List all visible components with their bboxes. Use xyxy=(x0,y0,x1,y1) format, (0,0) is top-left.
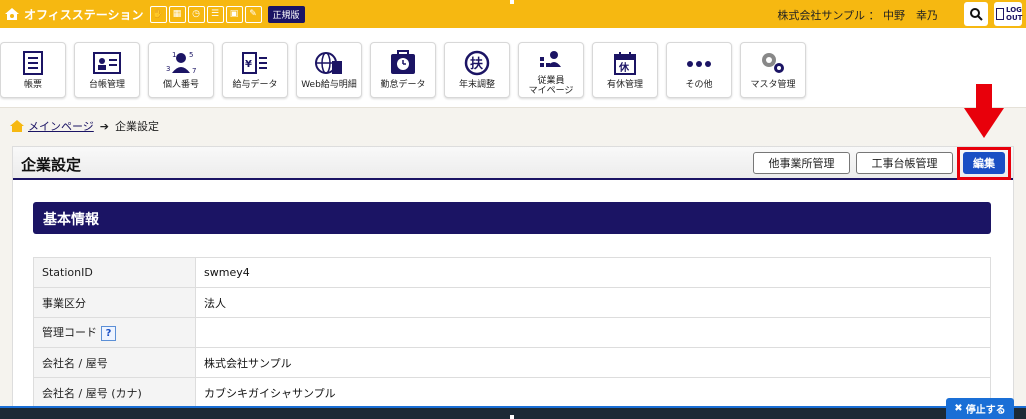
nav-label: 有休管理 xyxy=(606,80,643,90)
calendar-icon[interactable]: ▦ xyxy=(168,5,186,23)
stop-label: 停止する xyxy=(965,405,1006,416)
row-label: 管理コード xyxy=(42,326,97,339)
nav-item-salary-data[interactable]: ¥ 給与データ xyxy=(222,42,288,98)
svg-text:7: 7 xyxy=(192,67,196,75)
other-office-management-button[interactable]: 他事業所管理 xyxy=(753,152,850,174)
nav-item-year-end[interactable]: 扶 年末調整 xyxy=(444,42,510,98)
user-info: 株式会社サンプル ： 中野 幸乃 xyxy=(777,7,938,23)
breadcrumb-main-page-link[interactable]: メインページ xyxy=(28,118,94,134)
row-value: swmey4 xyxy=(195,257,991,288)
svg-text:¥: ¥ xyxy=(245,59,252,70)
help-icon[interactable]: ? xyxy=(101,326,116,341)
nav-label: 従業員 マイページ xyxy=(528,76,574,96)
construction-ledger-management-button[interactable]: 工事台帳管理 xyxy=(856,152,953,174)
web-payslip-icon xyxy=(313,48,345,78)
employee-mypage-icon xyxy=(536,48,566,74)
svg-text:休: 休 xyxy=(618,61,630,74)
attendance-icon xyxy=(388,48,418,78)
bottom-accent-line xyxy=(0,406,1026,408)
row-label: 会社名 / 屋号 (カナ) xyxy=(33,377,196,408)
top-bar: オフィスステーション ✋ ▦ ◷ ☰ ▣ ✎ 正規版 株式会社サンプル ： 中野… xyxy=(0,0,1026,28)
hand-icon[interactable]: ✋ xyxy=(149,5,167,23)
document-icon xyxy=(21,48,45,78)
nav-item-paid-leave[interactable]: 休 有休管理 xyxy=(592,42,658,98)
section-heading-basic-info: 基本情報 xyxy=(33,202,991,234)
svg-text:3: 3 xyxy=(166,65,170,73)
svg-text:5: 5 xyxy=(189,51,193,59)
paid-leave-icon: 休 xyxy=(612,48,638,78)
quick-icons: ✋ ▦ ◷ ☰ ▣ ✎ xyxy=(149,5,262,23)
nav-label: Web給与明細 xyxy=(301,80,357,90)
company-name: 株式会社サンプル xyxy=(777,9,865,22)
breadcrumb-arrow-icon: ➔ xyxy=(99,119,109,133)
brand-name: オフィスステーション xyxy=(24,7,144,22)
table-row: 会社名 / 屋号 (カナ) カブシキガイシャサンプル xyxy=(33,377,991,408)
nav-label: 台帳管理 xyxy=(88,80,125,90)
basic-info-table: StationID swmey4 事業区分 法人 管理コード? 会社名 / 屋号… xyxy=(33,257,991,408)
nav-item-web-payslip[interactable]: Web給与明細 xyxy=(296,42,362,98)
table-row: StationID swmey4 xyxy=(33,257,991,288)
ledger-icon xyxy=(92,48,122,78)
selection-handle-top xyxy=(510,0,514,4)
row-label: 会社名 / 屋号 xyxy=(33,347,196,378)
svg-text:扶: 扶 xyxy=(470,56,484,72)
row-label: StationID xyxy=(33,257,196,288)
logout-label: LOG OUT xyxy=(1006,6,1023,22)
salary-data-icon: ¥ xyxy=(240,48,270,78)
nav-item-employee-mypage[interactable]: 従業員 マイページ xyxy=(518,42,584,98)
row-label-cell: 管理コード? xyxy=(33,317,196,348)
person-number-icon: 1537 xyxy=(164,48,198,78)
nav-item-forms[interactable]: 帳票 xyxy=(0,42,66,98)
year-end-icon: 扶 xyxy=(463,48,491,78)
form-icon[interactable]: ☰ xyxy=(206,5,224,23)
nav-item-personal-number[interactable]: 1537 個人番号 xyxy=(148,42,214,98)
home-logo-icon xyxy=(5,8,19,20)
ledger-icon[interactable]: ▣ xyxy=(225,5,243,23)
brand[interactable]: オフィスステーション xyxy=(4,6,144,23)
master-gear-icon xyxy=(757,48,789,78)
panel-header: 企業設定 他事業所管理 工事台帳管理 編集 xyxy=(13,147,1013,180)
table-row: 事業区分 法人 xyxy=(33,287,991,318)
nav-item-other[interactable]: その他 xyxy=(666,42,732,98)
pencil-icon[interactable]: ✎ xyxy=(244,5,262,23)
user-name: 中野 幸乃 xyxy=(883,9,938,22)
nav-label: 年末調整 xyxy=(458,80,495,90)
row-value: 法人 xyxy=(195,287,991,318)
search-button[interactable] xyxy=(964,2,988,26)
nav-item-ledger[interactable]: 台帳管理 xyxy=(74,42,140,98)
more-icon xyxy=(684,48,714,78)
logout-door-icon xyxy=(996,8,1004,20)
table-row: 会社名 / 屋号 株式会社サンプル xyxy=(33,347,991,378)
breadcrumb-current: 企業設定 xyxy=(115,120,159,133)
close-icon: ✖ xyxy=(954,403,963,414)
nav-label: 勤怠データ xyxy=(380,80,426,90)
selection-handle-bottom xyxy=(510,415,514,419)
clock-icon[interactable]: ◷ xyxy=(187,5,205,23)
nav-label: 個人番号 xyxy=(162,80,199,90)
home-icon xyxy=(10,120,24,132)
red-arrow-icon xyxy=(964,84,1004,138)
page-title: 企業設定 xyxy=(21,156,82,174)
table-row: 管理コード? xyxy=(33,317,991,348)
highlight-box xyxy=(957,147,1011,180)
main-nav: 帳票 台帳管理 1537 個人番号 ¥ 給与データ Web給与明細 勤怠データ … xyxy=(0,28,1026,108)
nav-item-attendance[interactable]: 勤怠データ xyxy=(370,42,436,98)
logout-button[interactable]: LOG OUT xyxy=(994,2,1022,26)
nav-label: その他 xyxy=(685,80,713,90)
breadcrumb: メインページ ➔ 企業設定 xyxy=(10,118,159,134)
svg-text:1: 1 xyxy=(172,51,176,59)
plan-badge: 正規版 xyxy=(267,5,305,23)
company-settings-panel: 企業設定 他事業所管理 工事台帳管理 編集 基本情報 StationID swm… xyxy=(12,146,1014,419)
nav-label: マスタ管理 xyxy=(750,80,796,90)
nav-label: 給与データ xyxy=(232,80,278,90)
nav-item-master[interactable]: マスタ管理 xyxy=(740,42,806,98)
row-value: 株式会社サンプル xyxy=(195,347,991,378)
row-label: 事業区分 xyxy=(33,287,196,318)
stop-button[interactable]: ✖ 停止する xyxy=(946,398,1014,419)
row-value: カブシキガイシャサンプル xyxy=(195,377,991,408)
row-value xyxy=(195,317,991,348)
search-icon xyxy=(970,8,983,21)
user-separator: ： xyxy=(868,9,880,22)
nav-label: 帳票 xyxy=(23,80,42,90)
